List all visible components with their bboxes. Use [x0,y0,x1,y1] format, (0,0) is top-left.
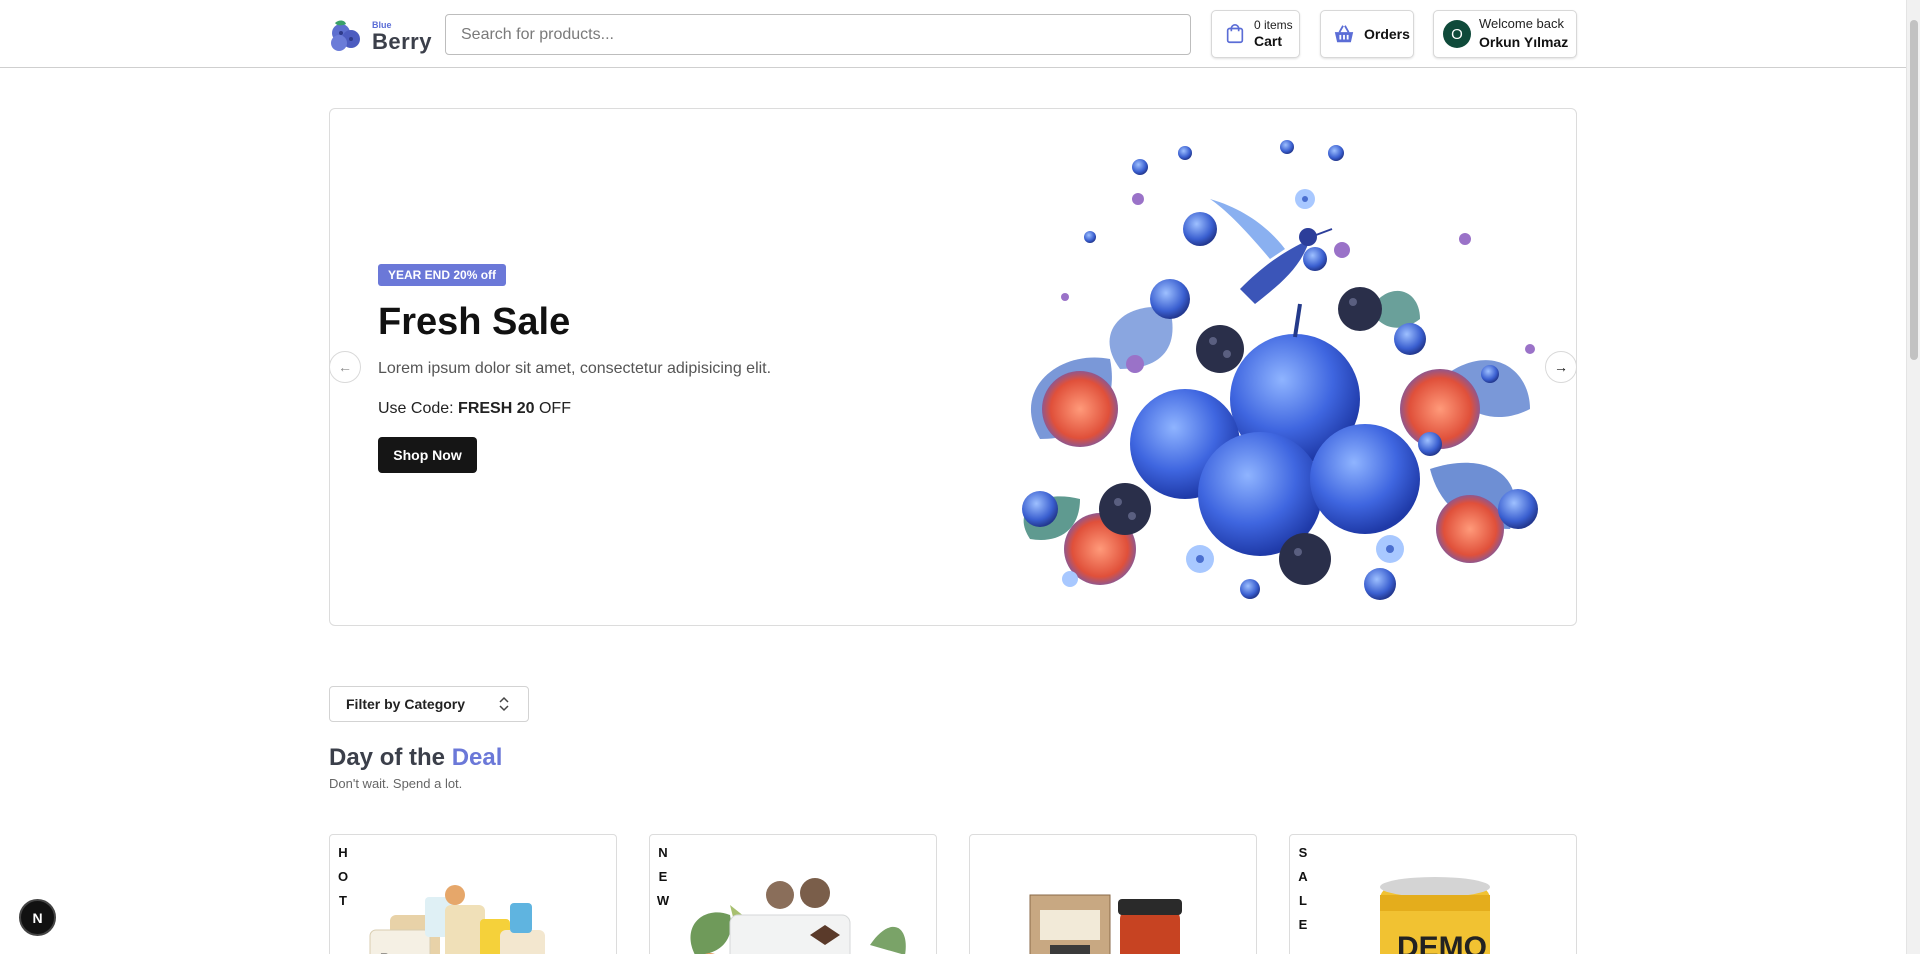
hero-description: Lorem ipsum dolor sit amet, consectetur … [378,360,772,377]
section-title-main: Day of the [329,744,446,771]
product-image [1029,894,1182,954]
promo-code-value: FRESH 20 [458,400,535,417]
category-filter-label: Filter by Category [346,696,466,712]
svg-text:Banan: Banan [380,950,423,954]
scrollbar-thumb[interactable] [1910,20,1918,360]
hero-banner: YEAR END 20% off Fresh Sale Lorem ipsum … [329,108,1577,626]
search-input[interactable] [445,14,1191,55]
dev-tools-badge[interactable]: N [19,899,56,936]
carousel-prev-button[interactable]: ← [329,351,361,383]
cart-label: Cart [1254,32,1283,49]
hero-title: Fresh Sale [378,301,571,343]
section-title-accent: Deal [451,744,503,771]
product-card[interactable]: NEW [649,834,937,954]
shop-now-button[interactable]: Shop Now [378,437,477,473]
sale-badge: YEAR END 20% off [378,264,507,286]
product-card[interactable]: DEMO SALE [1289,834,1577,954]
blueberry-logo-icon [331,20,360,51]
carousel-next-button[interactable]: → [1545,351,1577,383]
product-image [690,878,906,954]
scrollbar[interactable] [1906,0,1920,954]
cart-count: 0 items [1254,18,1293,33]
card-tag: SALE [1298,845,1308,932]
product-image: Banan [369,885,545,954]
card-tag: NEW [656,845,670,908]
header: Blue Berry 0 items Cart Orders O Welcome… [0,0,1906,68]
category-filter-select[interactable]: Filter by Category [329,686,529,722]
section-title: Day of the Deal [329,744,502,772]
logo-big-text: Berry [372,29,432,54]
shopping-bag-icon [1226,24,1244,44]
product-card[interactable]: Banan HOT [329,834,617,954]
avatar: O [1443,20,1471,48]
user-name: Orkun Yılmaz [1479,34,1569,51]
arrow-right-icon: → [1554,359,1568,375]
welcome-text: Welcome back [1479,16,1565,32]
cart-button[interactable]: 0 items Cart [1211,10,1300,58]
orders-label: Orders [1364,26,1410,42]
arrow-left-icon: ← [338,359,352,375]
user-menu-button[interactable]: O Welcome back Orkun Yılmaz [1433,10,1577,58]
basket-icon [1334,25,1354,43]
promo-code-prefix: Use Code: [378,400,454,417]
orders-button[interactable]: Orders [1320,10,1414,58]
promo-code-suffix: OFF [538,400,571,417]
section-subtitle: Don't wait. Spend a lot. [329,776,463,791]
promo-code: Use Code: FRESH 20 OFF [378,400,571,418]
fruit-illustration [1022,140,1538,600]
svg-text:DEMO: DEMO [1397,931,1487,954]
card-tag: HOT [337,845,349,908]
product-image: DEMO [1380,877,1490,954]
chevron-up-down-icon [499,696,509,712]
logo[interactable]: Blue Berry [327,17,431,54]
product-card[interactable] [969,834,1257,954]
